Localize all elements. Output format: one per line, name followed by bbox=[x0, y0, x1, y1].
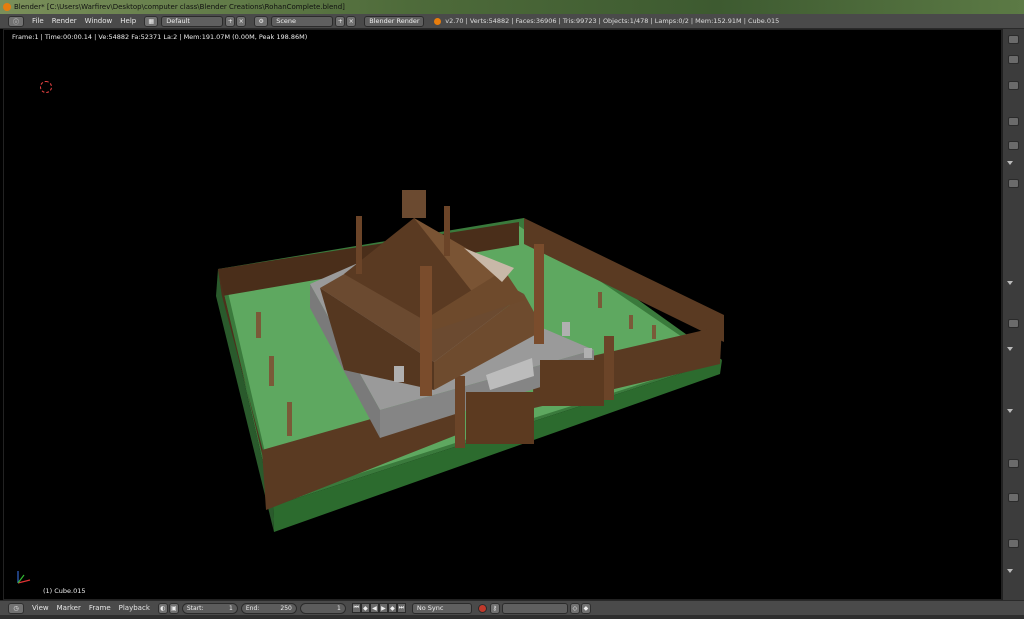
menu-frame[interactable]: Frame bbox=[89, 604, 111, 612]
axis-gizmo-icon bbox=[17, 571, 31, 584]
timeline-editor-icon[interactable]: ◷ bbox=[8, 602, 24, 614]
add-screen-icon[interactable]: + bbox=[225, 15, 236, 27]
menu-help[interactable]: Help bbox=[120, 17, 136, 25]
scene-stats: v2.70 | Verts:54882 | Faces:36906 | Tris… bbox=[445, 17, 780, 25]
start-frame-field[interactable]: Start: 1 bbox=[181, 602, 238, 614]
viewport-render-info: Frame:1 | Time:00:00.14 | Ve:54882 Fa:52… bbox=[12, 33, 308, 41]
menu-render[interactable]: Render bbox=[52, 17, 77, 25]
menu-window[interactable]: Window bbox=[85, 17, 113, 25]
material-icon[interactable] bbox=[1008, 319, 1019, 328]
end-frame-value: 250 bbox=[280, 604, 292, 612]
info-header: ⓘ File Render Window Help ▦ Default + × … bbox=[0, 14, 1024, 29]
screen-layout-field[interactable]: Default bbox=[161, 15, 224, 27]
rohan-hall-scene bbox=[216, 190, 724, 532]
expand-triangle-icon[interactable] bbox=[1007, 569, 1013, 573]
scene-icon[interactable]: ⚙ bbox=[254, 15, 269, 27]
properties-strip bbox=[1002, 29, 1024, 600]
window-title-bar: Blender* [C:\Users\Warfirev\Desktop\comp… bbox=[0, 0, 1024, 14]
3d-cursor-icon[interactable] bbox=[40, 81, 52, 93]
scene-field[interactable]: Scene bbox=[271, 15, 334, 27]
checkbox-icon[interactable] bbox=[1008, 493, 1019, 502]
keying-icon[interactable]: ⚷ bbox=[489, 602, 500, 614]
tool-icon[interactable] bbox=[1008, 35, 1019, 44]
menu-marker[interactable]: Marker bbox=[57, 604, 81, 612]
start-frame-label: Start: bbox=[186, 604, 204, 612]
play-icon[interactable]: ▶ bbox=[378, 603, 388, 613]
timeline-header: ◷ View Marker Frame Playback ◐ ▣ Start: … bbox=[0, 600, 1024, 615]
add-scene-icon[interactable]: + bbox=[335, 15, 346, 27]
camera-icon[interactable] bbox=[1008, 117, 1019, 126]
panel-icon[interactable] bbox=[1008, 55, 1019, 64]
active-object-label: (1) Cube.015 bbox=[43, 587, 86, 595]
delete-keyframe-icon[interactable]: ◆ bbox=[580, 602, 591, 614]
editor-type-icon[interactable]: ⓘ bbox=[8, 15, 24, 27]
jump-start-icon[interactable]: ⏮ bbox=[351, 603, 361, 613]
remove-screen-icon[interactable]: × bbox=[236, 15, 247, 27]
keying-set-field[interactable] bbox=[501, 602, 568, 614]
jump-end-icon[interactable]: ⏭ bbox=[396, 603, 406, 613]
record-icon[interactable] bbox=[477, 603, 487, 613]
use-preview-icon[interactable]: ▣ bbox=[168, 602, 179, 614]
play-reverse-icon[interactable]: ◀ bbox=[369, 603, 379, 613]
insert-keyframe-icon[interactable]: ◇ bbox=[569, 602, 580, 614]
menu-playback[interactable]: Playback bbox=[119, 604, 150, 612]
playback-controls: ⏮ ◆ ◀ ▶ ◆ ⏭ bbox=[351, 603, 406, 613]
menu-file[interactable]: File bbox=[32, 17, 44, 25]
menu-view[interactable]: View bbox=[32, 604, 49, 612]
start-frame-value: 1 bbox=[229, 604, 233, 612]
3d-viewport[interactable]: Frame:1 | Time:00:00.14 | Ve:54882 Fa:52… bbox=[3, 29, 1002, 600]
expand-triangle-icon[interactable] bbox=[1007, 161, 1013, 165]
screen-layout-icon[interactable]: ▦ bbox=[144, 15, 159, 27]
texture-icon[interactable] bbox=[1008, 539, 1019, 548]
window-title: Blender* [C:\Users\Warfirev\Desktop\comp… bbox=[14, 3, 345, 11]
remove-scene-icon[interactable]: × bbox=[346, 15, 357, 27]
object-icon[interactable] bbox=[1008, 141, 1019, 150]
sphere-icon[interactable] bbox=[1008, 179, 1019, 188]
blender-logo-icon bbox=[3, 3, 11, 11]
current-frame-value: 1 bbox=[337, 604, 341, 612]
preview-range-icon[interactable]: ◐ bbox=[157, 602, 168, 614]
prev-keyframe-icon[interactable]: ◆ bbox=[360, 603, 370, 613]
checkbox-icon[interactable] bbox=[1008, 459, 1019, 468]
sync-mode-select[interactable]: No Sync bbox=[411, 602, 472, 614]
end-frame-field[interactable]: End: 250 bbox=[240, 602, 297, 614]
bottom-strip bbox=[0, 615, 1024, 619]
current-frame-field[interactable]: 1 bbox=[299, 602, 346, 614]
render-engine-select[interactable]: Blender Render bbox=[364, 15, 425, 27]
blender-version-icon bbox=[434, 17, 442, 25]
expand-triangle-icon[interactable] bbox=[1007, 347, 1013, 351]
next-keyframe-icon[interactable]: ◆ bbox=[387, 603, 397, 613]
expand-triangle-icon[interactable] bbox=[1007, 409, 1013, 413]
end-frame-label: End: bbox=[245, 604, 260, 612]
expand-triangle-icon[interactable] bbox=[1007, 281, 1013, 285]
add-icon[interactable] bbox=[1008, 81, 1019, 90]
